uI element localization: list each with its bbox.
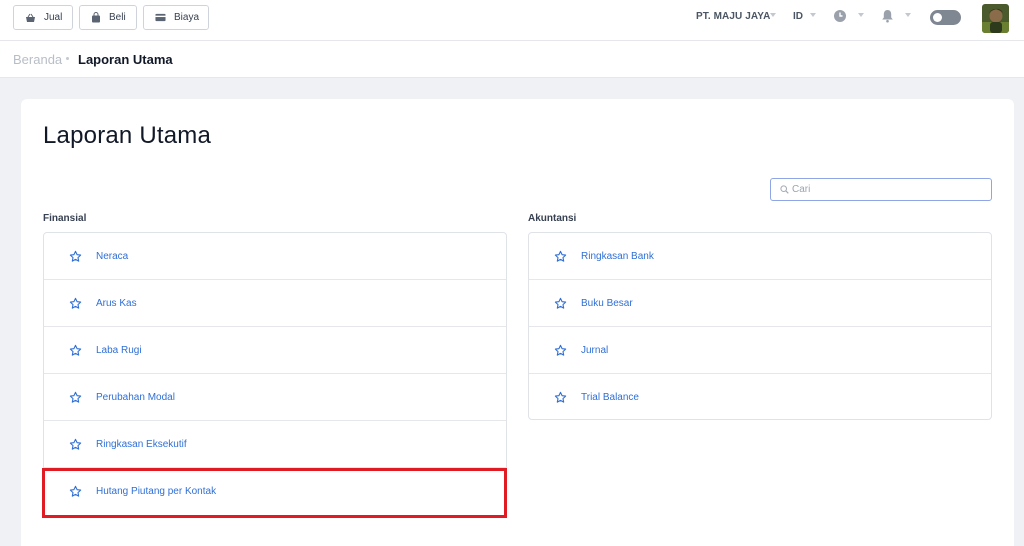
section-label-finansial: Finansial: [43, 213, 87, 224]
star-icon[interactable]: [69, 391, 82, 404]
report-item-laba-rugi[interactable]: Laba Rugi: [44, 327, 506, 374]
star-icon[interactable]: [554, 250, 567, 263]
page-title: Laporan Utama: [43, 122, 212, 149]
star-icon[interactable]: [69, 438, 82, 451]
credit-card-icon: [155, 13, 166, 22]
shopping-bag-icon: [92, 12, 100, 23]
star-icon[interactable]: [69, 297, 82, 310]
breadcrumb-home[interactable]: Beranda: [13, 52, 62, 67]
avatar[interactable]: [982, 4, 1009, 33]
report-item-perubahan-modal[interactable]: Perubahan Modal: [44, 374, 506, 421]
main-card: Laporan Utama Finansial Akuntansi Neraca…: [21, 99, 1014, 546]
jual-button-label: Jual: [44, 12, 63, 23]
clock-icon[interactable]: [833, 9, 847, 23]
finansial-report-list: Neraca Arus Kas Laba Rugi Perubahan Moda…: [43, 232, 507, 518]
beli-button-label: Beli: [109, 12, 126, 23]
report-item-jurnal[interactable]: Jurnal: [529, 327, 991, 374]
star-icon[interactable]: [554, 391, 567, 404]
top-bar: Jual Beli Biaya PT. MAJU JAYA ID: [0, 0, 1024, 41]
star-icon[interactable]: [69, 250, 82, 263]
report-item-label[interactable]: Trial Balance: [581, 392, 639, 403]
breadcrumb: Beranda Laporan Utama: [0, 41, 1024, 78]
star-icon[interactable]: [69, 485, 82, 498]
star-icon[interactable]: [69, 344, 82, 357]
theme-toggle[interactable]: [930, 10, 961, 25]
report-item-trial-balance[interactable]: Trial Balance: [529, 374, 991, 421]
report-item-label[interactable]: Ringkasan Eksekutif: [96, 439, 187, 450]
language-caret-icon[interactable]: [810, 13, 816, 17]
report-item-arus-kas[interactable]: Arus Kas: [44, 280, 506, 327]
company-caret-icon[interactable]: [770, 13, 776, 17]
basket-icon: [26, 13, 35, 22]
report-item-buku-besar[interactable]: Buku Besar: [529, 280, 991, 327]
biaya-button-label: Biaya: [173, 12, 199, 23]
search-input[interactable]: [792, 181, 982, 198]
star-icon[interactable]: [554, 344, 567, 357]
bell-icon[interactable]: [881, 9, 894, 23]
clock-caret-icon[interactable]: [858, 13, 864, 17]
report-item-label[interactable]: Hutang Piutang per Kontak: [96, 486, 216, 497]
report-item-neraca[interactable]: Neraca: [44, 233, 506, 280]
report-item-label[interactable]: Neraca: [96, 251, 128, 262]
report-item-label[interactable]: Jurnal: [581, 345, 608, 356]
jual-button[interactable]: Jual: [13, 5, 73, 30]
report-item-label[interactable]: Perubahan Modal: [96, 392, 175, 403]
language-selector[interactable]: ID: [793, 11, 803, 22]
report-item-label[interactable]: Arus Kas: [96, 298, 137, 309]
report-item-ringkasan-eksekutif[interactable]: Ringkasan Eksekutif: [44, 421, 506, 468]
beli-button[interactable]: Beli: [79, 5, 137, 30]
search-box[interactable]: [770, 178, 992, 201]
biaya-button[interactable]: Biaya: [143, 5, 209, 30]
akuntansi-report-list: Ringkasan Bank Buku Besar Jurnal Trial B…: [528, 232, 992, 420]
star-icon[interactable]: [554, 297, 567, 310]
report-item-label[interactable]: Buku Besar: [581, 298, 633, 309]
company-selector[interactable]: PT. MAJU JAYA: [696, 11, 770, 22]
section-label-akuntansi: Akuntansi: [528, 213, 577, 224]
breadcrumb-separator: [66, 57, 69, 60]
report-item-ringkasan-bank[interactable]: Ringkasan Bank: [529, 233, 991, 280]
report-item-label[interactable]: Laba Rugi: [96, 345, 142, 356]
report-item-hutang-piutang-per-kontak[interactable]: Hutang Piutang per Kontak: [44, 468, 506, 515]
breadcrumb-current: Laporan Utama: [78, 52, 173, 67]
report-item-label[interactable]: Ringkasan Bank: [581, 251, 654, 262]
bell-caret-icon[interactable]: [905, 13, 911, 17]
search-icon: [780, 185, 789, 194]
